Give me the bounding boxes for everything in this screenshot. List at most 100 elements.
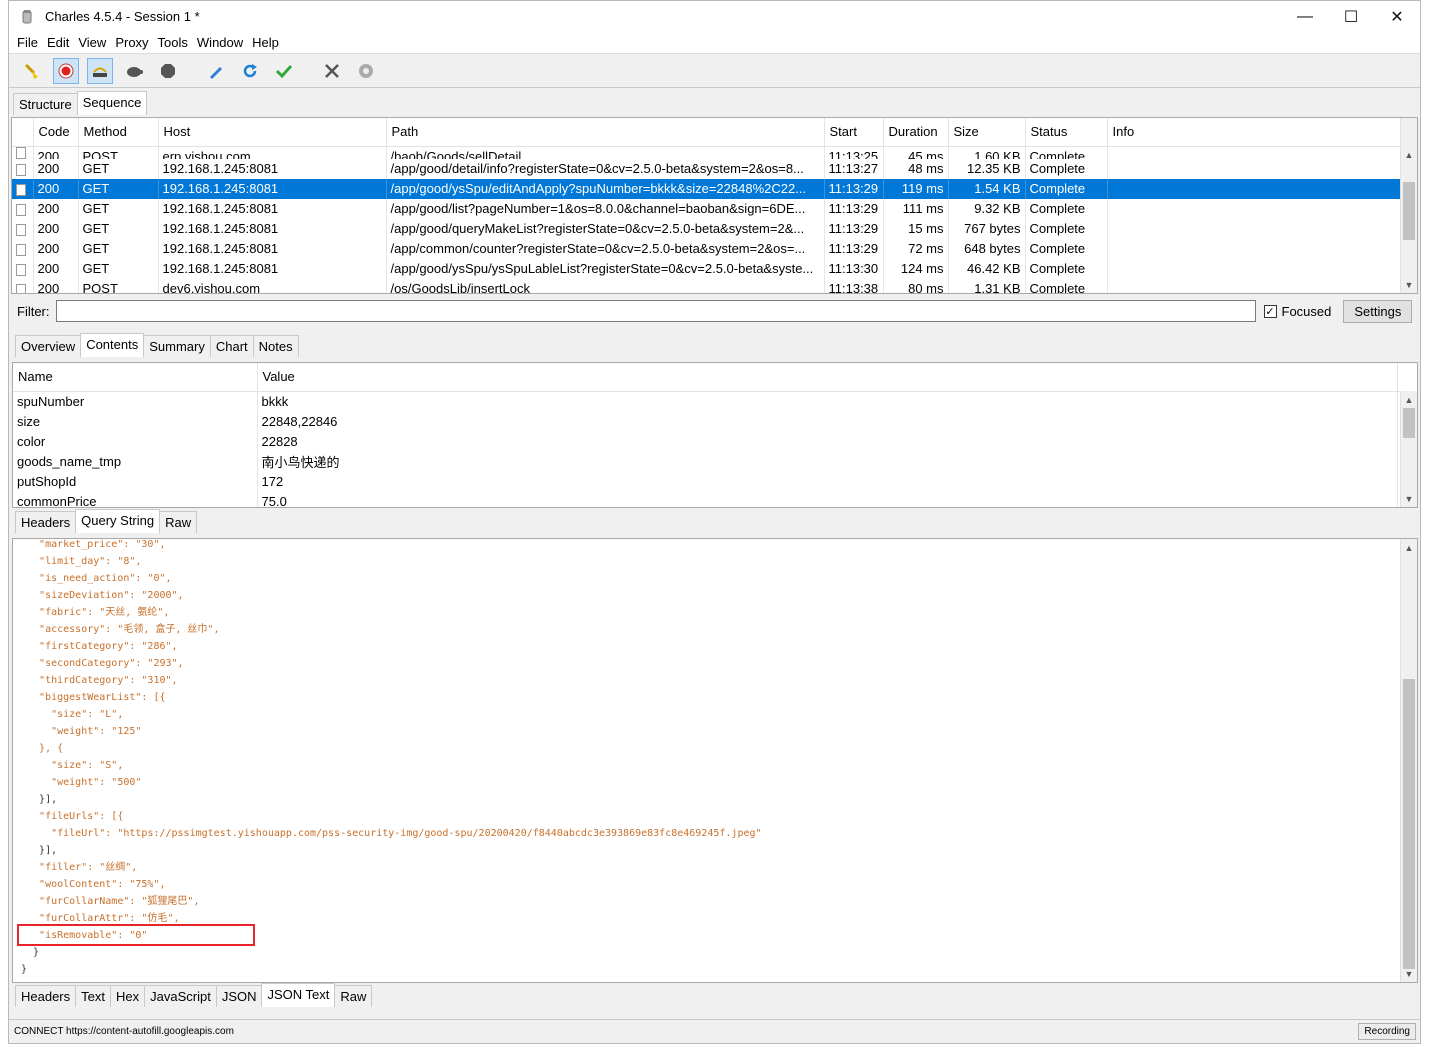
tools-button[interactable] xyxy=(319,58,345,84)
tab-structure[interactable]: Structure xyxy=(13,93,78,115)
cell-duration: 111 ms xyxy=(883,198,949,219)
cell-size: 767 bytes xyxy=(948,218,1026,239)
cell-method: GET xyxy=(78,198,159,219)
menu-window[interactable]: Window xyxy=(197,35,243,50)
table-row[interactable]: 200 GET 192.168.1.245:8081/app/good/ysSpu/… xyxy=(12,178,1417,199)
cell-host: dev6.yishou.com xyxy=(158,278,387,293)
scroll-down-arrow-icon[interactable]: ▼ xyxy=(1401,276,1417,293)
scroll-up-arrow-icon[interactable]: ▲ xyxy=(1401,391,1417,408)
param-row[interactable]: goods_name_tmp 南小鸟快递的 xyxy=(13,451,1417,471)
tab-response-text[interactable]: Text xyxy=(75,985,111,1007)
col-size[interactable]: Size xyxy=(948,118,1026,147)
tab-response-json[interactable]: JSON xyxy=(215,985,263,1007)
param-row[interactable]: size 22848,22846 xyxy=(13,411,1417,431)
cell-status: Complete xyxy=(1025,278,1108,293)
table-row[interactable]: 200 GET 192.168.1.245:8081/app/good/ysSpu/… xyxy=(12,258,1417,279)
table-row[interactable]: 200 GET 192.168.1.245:8081/app/good/detail… xyxy=(12,158,1417,179)
col-code[interactable]: Code xyxy=(33,118,79,147)
scroll-thumb[interactable] xyxy=(1403,408,1415,438)
tab-response-javascript[interactable]: JavaScript xyxy=(144,985,217,1007)
filter-input[interactable] xyxy=(55,300,1256,322)
col-name[interactable]: Name xyxy=(13,363,258,392)
settings-button[interactable] xyxy=(353,58,379,84)
params-header-row: Name Value xyxy=(13,363,1417,392)
params-scrollbar[interactable]: ▲ ▼ xyxy=(1400,391,1417,507)
col-duration[interactable]: Duration xyxy=(883,118,949,147)
sequence-scrollbar[interactable]: ▲ ▼ xyxy=(1400,118,1417,293)
col-host[interactable]: Host xyxy=(158,118,387,147)
validate-button[interactable] xyxy=(271,58,297,84)
tab-response-raw[interactable]: Raw xyxy=(334,985,373,1007)
tab-query-string[interactable]: Query String xyxy=(75,509,161,533)
tab-response-hex[interactable]: Hex xyxy=(109,985,146,1007)
json-line: "fabric": "天丝, 氨纶", xyxy=(21,607,170,618)
breakpoints-button[interactable] xyxy=(121,58,147,84)
json-line: "limit_day": "8", xyxy=(21,556,142,567)
tab-overview[interactable]: Overview xyxy=(15,335,82,357)
col-info[interactable]: Info xyxy=(1107,118,1403,147)
cell-path: /app/good/queryMakeList?registerState=0&… xyxy=(386,218,825,239)
col-value[interactable]: Value xyxy=(257,363,1398,392)
menu-view[interactable]: View xyxy=(78,35,106,50)
col-method[interactable]: Method xyxy=(78,118,159,147)
json-line: "market_price": "30", xyxy=(21,539,166,550)
tab-sequence[interactable]: Sequence xyxy=(76,91,148,115)
scroll-thumb[interactable] xyxy=(1403,679,1415,969)
col-path[interactable]: Path xyxy=(386,118,825,147)
stop-button[interactable] xyxy=(155,58,181,84)
cell-host: 192.168.1.245:8081 xyxy=(158,258,387,279)
menu-proxy[interactable]: Proxy xyxy=(115,35,148,50)
menu-edit[interactable]: Edit xyxy=(47,35,69,50)
settings-filter-button[interactable]: Settings xyxy=(1343,299,1413,323)
pen-icon xyxy=(210,66,222,79)
json-text-view[interactable]: "market_price": "30", "limit_day": "8", … xyxy=(13,539,1417,978)
json-scrollbar[interactable]: ▲ ▼ xyxy=(1400,539,1417,982)
scroll-down-arrow-icon[interactable]: ▼ xyxy=(1401,965,1417,982)
tab-response-headers[interactable]: Headers xyxy=(15,985,77,1007)
minimize-button[interactable]: — xyxy=(1282,1,1328,32)
cell-code: 200 xyxy=(33,258,79,279)
cell-host: 192.168.1.245:8081 xyxy=(158,238,387,259)
tab-notes[interactable]: Notes xyxy=(252,335,299,357)
record-button[interactable] xyxy=(53,57,79,84)
col-status[interactable]: Status xyxy=(1025,118,1108,147)
tab-request-headers[interactable]: Headers xyxy=(15,511,77,533)
param-value: bkkk xyxy=(257,391,1398,411)
cell-path: /app/good/ysSpu/editAndApply?spuNumber=b… xyxy=(386,178,825,199)
close-button[interactable]: ✕ xyxy=(1374,1,1420,32)
param-row[interactable]: spuNumber bkkk xyxy=(13,391,1417,411)
param-row[interactable]: color 22828 xyxy=(13,431,1417,451)
throttle-button[interactable] xyxy=(87,57,113,84)
scroll-down-arrow-icon[interactable]: ▼ xyxy=(1401,490,1417,507)
tab-response-json-text[interactable]: JSON Text xyxy=(261,983,336,1007)
scroll-thumb[interactable] xyxy=(1403,182,1415,240)
col-start[interactable]: Start xyxy=(824,118,884,147)
param-row[interactable]: putShopId 172 xyxy=(13,471,1417,491)
json-line: "fileUrls": [{ xyxy=(21,811,124,822)
tab-contents[interactable]: Contents xyxy=(80,333,145,357)
menu-file[interactable]: File xyxy=(17,35,38,50)
repeat-button[interactable] xyxy=(237,58,263,84)
menu-help[interactable]: Help xyxy=(252,35,279,50)
scroll-up-arrow-icon[interactable]: ▲ xyxy=(1401,146,1417,163)
maximize-button[interactable]: ☐ xyxy=(1328,1,1374,32)
json-line: "biggestWearList": [{ xyxy=(21,692,166,703)
param-value: 75.0 xyxy=(257,491,1398,507)
table-row[interactable]: 200 GET 192.168.1.245:8081/app/good/queryM… xyxy=(12,218,1417,239)
recording-indicator[interactable]: Recording xyxy=(1358,1023,1416,1040)
table-row[interactable]: 200 GET 192.168.1.245:8081/app/common/coun… xyxy=(12,238,1417,259)
table-row-partial[interactable]: 200 POST erp.yishou.com/baob/Goods/sellDet… xyxy=(12,146,1417,159)
scroll-up-arrow-icon[interactable]: ▲ xyxy=(1401,539,1417,556)
tab-chart[interactable]: Chart xyxy=(209,335,254,357)
cell-code: 200 xyxy=(33,278,79,293)
table-row[interactable]: 200 GET 192.168.1.245:8081/app/good/list?p… xyxy=(12,198,1417,219)
param-row[interactable]: commonPrice 75.0 xyxy=(13,491,1417,507)
table-row[interactable]: 200 POST dev6.yishou.com/os/GoodsLib/inser… xyxy=(12,278,1417,293)
menu-tools[interactable]: Tools xyxy=(158,35,188,50)
tab-request-raw[interactable]: Raw xyxy=(159,511,198,533)
focused-checkbox[interactable]: ✓ Focused xyxy=(1263,304,1331,319)
params-table: Name Value spuNumber bkkk size 22848,22846 c… xyxy=(13,363,1417,507)
clear-session-button[interactable] xyxy=(19,58,45,84)
tab-summary[interactable]: Summary xyxy=(143,335,211,357)
compose-button[interactable] xyxy=(203,58,229,84)
